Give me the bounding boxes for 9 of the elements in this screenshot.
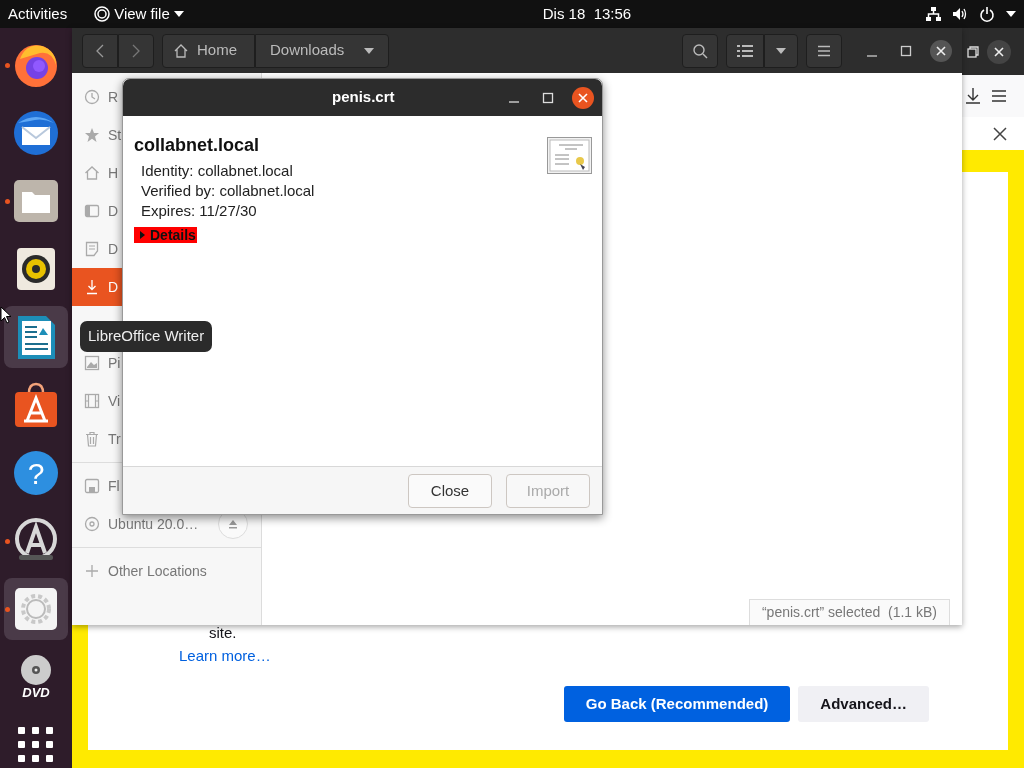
paragraph-text: site. xyxy=(209,624,237,641)
certificate-field: Identity: collabnet.local xyxy=(134,161,293,181)
certificate-field: Expires: 11/27/30 xyxy=(134,201,257,221)
certificate-subject: collabnet.local xyxy=(134,134,260,157)
dvd-label: DVD xyxy=(22,686,50,700)
dialog-title: penis.crt xyxy=(332,87,395,108)
certificate-field: Verified by: collabnet.local xyxy=(134,181,315,201)
tooltip: LibreOffice Writer xyxy=(80,321,213,352)
status-label: “penis.crt” selected (1.1 kB) xyxy=(748,599,950,625)
